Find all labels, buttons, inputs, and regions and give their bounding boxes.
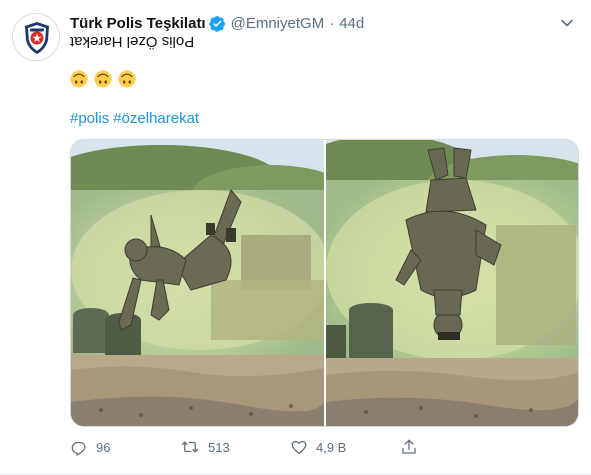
retweet-count: 513 xyxy=(208,439,230,455)
tweet-card[interactable]: Türk Polis Teşkilatı @EmniyetGM · 44d Po… xyxy=(0,0,591,475)
share-icon xyxy=(402,439,416,454)
author-handle[interactable]: @EmniyetGM xyxy=(231,15,325,32)
tweet-photo[interactable] xyxy=(325,140,578,426)
photo-midflip-image xyxy=(325,140,578,426)
hashtag-link[interactable]: #özelharekat xyxy=(113,110,199,127)
author-name[interactable]: Türk Polis Teşkilatı xyxy=(70,15,206,32)
retweet-button[interactable]: 513 xyxy=(180,438,290,456)
tweet-actions: 96 513 4,9 B xyxy=(70,434,510,460)
retweet-icon xyxy=(181,441,199,453)
tweet-timestamp[interactable]: 44d xyxy=(339,15,364,32)
like-count: 4,9 B xyxy=(316,439,347,455)
reply-button[interactable]: 96 xyxy=(70,438,180,456)
share-button[interactable] xyxy=(400,438,510,456)
tweet-photo[interactable] xyxy=(71,140,324,426)
photo-backflip-image xyxy=(71,140,324,426)
tweet-header: Türk Polis Teşkilatı @EmniyetGM · 44d xyxy=(70,12,577,34)
hashtag-link[interactable]: #polis xyxy=(70,110,109,127)
heart-icon xyxy=(291,440,307,455)
chevron-down-icon[interactable] xyxy=(557,13,577,33)
emoji-row xyxy=(70,70,136,88)
separator-dot: · xyxy=(329,14,335,32)
tweet-text-upside-down: Polis Özel Harekat xyxy=(70,33,195,50)
like-button[interactable]: 4,9 B xyxy=(290,438,400,456)
upside-down-face-icon xyxy=(118,70,136,88)
upside-down-face-icon xyxy=(70,70,88,88)
upside-down-face-icon xyxy=(94,70,112,88)
verified-badge-icon xyxy=(208,15,226,32)
police-badge-icon xyxy=(14,15,59,60)
avatar[interactable] xyxy=(12,13,60,61)
hashtag-row: #polis #özelharekat xyxy=(70,110,203,127)
reply-count: 96 xyxy=(96,439,111,455)
reply-icon xyxy=(71,442,86,456)
media-grid xyxy=(70,139,579,427)
